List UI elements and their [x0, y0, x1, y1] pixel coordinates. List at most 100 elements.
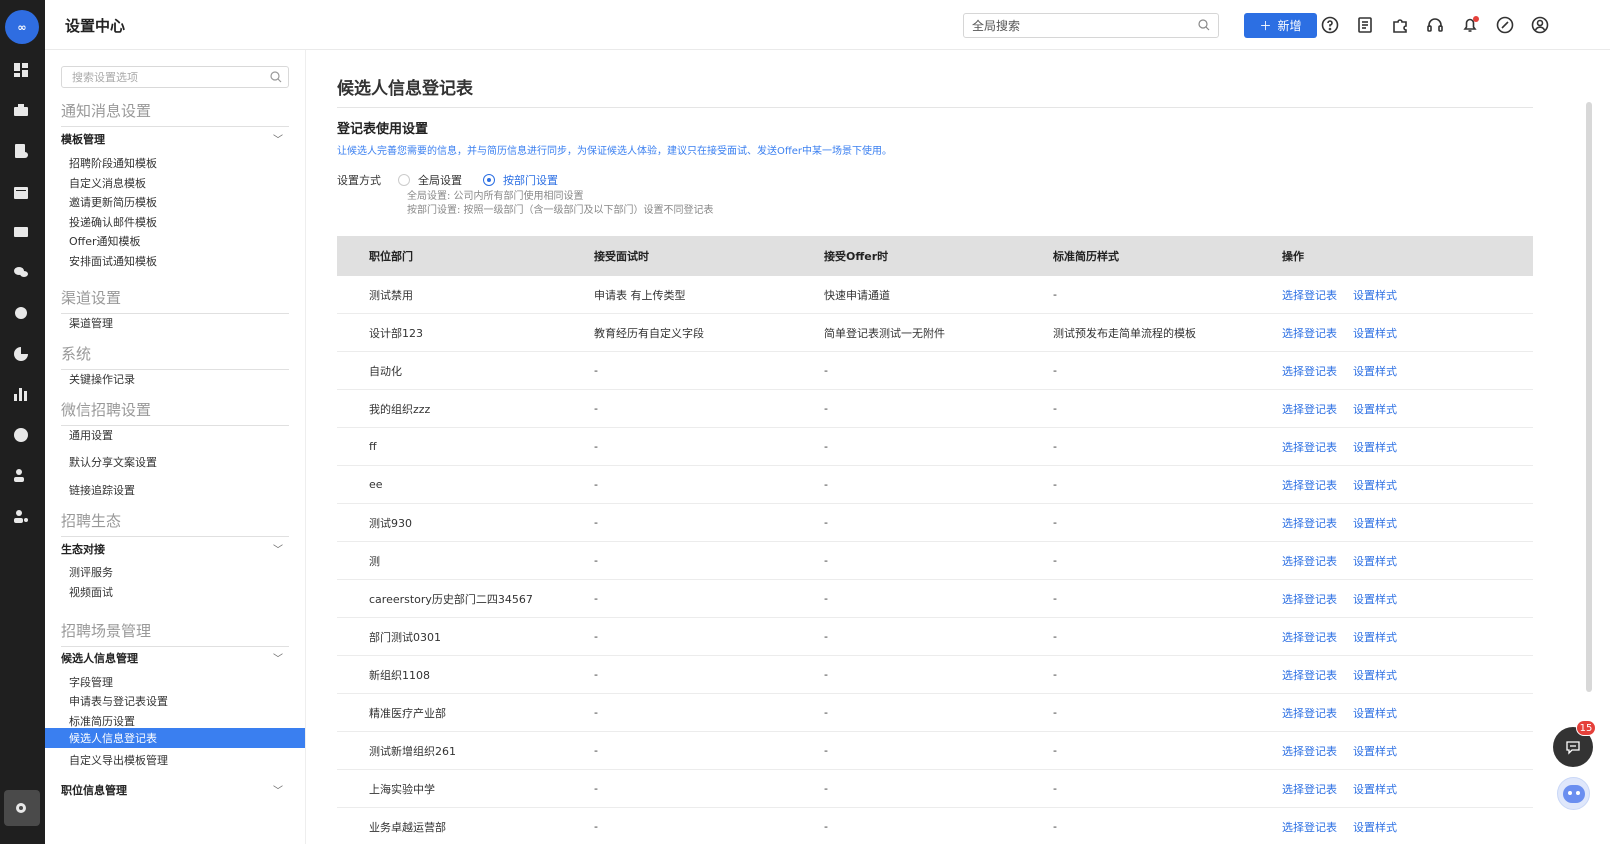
radio-global-circle[interactable]	[398, 174, 410, 186]
set-style-link[interactable]: 设置样式	[1353, 743, 1397, 759]
set-style-link[interactable]: 设置样式	[1353, 781, 1397, 797]
set-style-link[interactable]: 设置样式	[1353, 819, 1397, 835]
select-form-link[interactable]: 选择登记表	[1282, 705, 1337, 721]
wechat-icon[interactable]	[11, 262, 31, 282]
select-form-link[interactable]: 选择登记表	[1282, 287, 1337, 303]
select-form-link[interactable]: 选择登记表	[1282, 477, 1337, 493]
radio-global[interactable]: 全局设置	[398, 172, 462, 188]
sidebar-item-t3[interactable]: 邀请更新简历模板	[69, 194, 157, 210]
bell-icon[interactable]	[1460, 15, 1480, 35]
cell-dept: careerstory历史部门二四34567	[369, 592, 533, 606]
cell-interview: -	[594, 592, 598, 605]
sidebar-item-video[interactable]: 视频面试	[69, 584, 113, 600]
sidebar-item-general[interactable]: 通用设置	[69, 427, 113, 443]
assistant-bot-button[interactable]	[1557, 777, 1590, 810]
set-style-link[interactable]: 设置样式	[1353, 591, 1397, 607]
help-icon[interactable]	[1320, 15, 1340, 35]
search-icon[interactable]	[1198, 19, 1210, 31]
sidebar-item-t1[interactable]: 招聘阶段通知模板	[69, 155, 157, 171]
pie-chart-icon[interactable]	[11, 344, 31, 364]
sub-position[interactable]: 职位信息管理 ﹀	[61, 782, 289, 798]
select-form-link[interactable]: 选择登记表	[1282, 401, 1337, 417]
set-style-link[interactable]: 设置样式	[1353, 629, 1397, 645]
sidebar-item-t4[interactable]: 投递确认邮件模板	[69, 214, 157, 230]
sidebar-item-channel[interactable]: 渠道管理	[69, 315, 113, 331]
sidebar-item-t5[interactable]: Offer通知模板	[69, 233, 141, 249]
select-form-link[interactable]: 选择登记表	[1282, 781, 1337, 797]
set-style-link[interactable]: 设置样式	[1353, 553, 1397, 569]
sidebar-item-std-resume[interactable]: 标准简历设置	[69, 713, 135, 729]
cell-offer: -	[824, 706, 828, 719]
select-form-link[interactable]: 选择登记表	[1282, 363, 1337, 379]
people-icon[interactable]	[11, 465, 31, 485]
new-button[interactable]: ＋ 新增	[1244, 13, 1317, 38]
sidebar-item-t6[interactable]: 安排面试通知模板	[69, 253, 157, 269]
set-style-link[interactable]: 设置样式	[1353, 325, 1397, 341]
set-style-link[interactable]: 设置样式	[1353, 705, 1397, 721]
cell-dept: 设计部123	[369, 326, 423, 340]
chevron-down-icon[interactable]: ﹀	[273, 650, 283, 665]
sidebar-item-export[interactable]: 自定义导出模板管理	[69, 752, 168, 768]
talent-icon[interactable]	[11, 425, 31, 445]
set-style-link[interactable]: 设置样式	[1353, 477, 1397, 493]
dashboard-icon[interactable]	[11, 60, 31, 80]
user-icon[interactable]	[1530, 15, 1550, 35]
link-icon[interactable]	[1495, 15, 1515, 35]
calendar-icon[interactable]	[11, 182, 31, 202]
settings-icon[interactable]	[11, 798, 31, 818]
ecosystem-icon[interactable]	[11, 303, 31, 323]
sub-candidate[interactable]: 候选人信息管理 ﹀	[61, 650, 289, 666]
robot-icon	[1562, 784, 1585, 803]
chevron-down-icon[interactable]: ﹀	[273, 541, 283, 556]
sidebar-item-app-form[interactable]: 申请表与登记表设置	[69, 693, 168, 709]
select-form-link[interactable]: 选择登记表	[1282, 629, 1337, 645]
sidebar-item-fields[interactable]: 字段管理	[69, 674, 113, 690]
set-style-link[interactable]: 设置样式	[1353, 667, 1397, 683]
sub-template[interactable]: 模板管理 ﹀	[61, 131, 289, 147]
select-form-link[interactable]: 选择登记表	[1282, 743, 1337, 759]
table-row: 业务卓越运营部 - - - 选择登记表 设置样式	[337, 808, 1533, 844]
sidebar-item-assess[interactable]: 测评服务	[69, 564, 113, 580]
chevron-down-icon[interactable]: ﹀	[273, 131, 283, 146]
col-resume-style: 标准简历样式	[1053, 250, 1119, 263]
sidebar-item-link-track[interactable]: 链接追踪设置	[69, 482, 135, 498]
select-form-link[interactable]: 选择登记表	[1282, 819, 1337, 835]
sidebar-item-reg-form[interactable]: 候选人信息登记表	[45, 728, 305, 748]
sidebar-item-key-log[interactable]: 关键操作记录	[69, 371, 135, 387]
bar-chart-icon[interactable]	[11, 384, 31, 404]
app-logo[interactable]: ∞	[5, 10, 39, 44]
settings-search-input[interactable]: 搜索设置选项	[61, 66, 289, 88]
chat-button[interactable]: 15	[1553, 720, 1596, 767]
id-card-icon[interactable]	[11, 222, 31, 242]
puzzle-icon[interactable]	[1390, 15, 1410, 35]
headset-icon[interactable]	[1425, 15, 1445, 35]
new-button-label: 新增	[1277, 19, 1302, 33]
vertical-scrollbar[interactable]	[1586, 102, 1592, 692]
table-header: 职位部门 接受面试时 接受Offer时 标准简历样式 操作	[337, 236, 1533, 276]
set-style-link[interactable]: 设置样式	[1353, 401, 1397, 417]
select-form-link[interactable]: 选择登记表	[1282, 667, 1337, 683]
cell-resume-style: -	[1053, 782, 1057, 795]
set-style-link[interactable]: 设置样式	[1353, 515, 1397, 531]
select-form-link[interactable]: 选择登记表	[1282, 515, 1337, 531]
global-search-input[interactable]: 全局搜索	[963, 13, 1219, 38]
select-form-link[interactable]: 选择登记表	[1282, 325, 1337, 341]
radio-dept-circle[interactable]	[483, 174, 495, 186]
sub-eco-connect[interactable]: 生态对接 ﹀	[61, 541, 289, 557]
chevron-down-icon[interactable]: ﹀	[273, 782, 283, 797]
set-style-link[interactable]: 设置样式	[1353, 439, 1397, 455]
cell-resume-style: -	[1053, 516, 1057, 529]
sidebar-item-t2[interactable]: 自定义消息模板	[69, 175, 146, 191]
radio-dept[interactable]: 按部门设置	[483, 172, 558, 188]
sidebar-item-share[interactable]: 默认分享文案设置	[69, 454, 157, 470]
briefcase-icon[interactable]	[11, 100, 31, 120]
document-icon[interactable]	[1355, 15, 1375, 35]
select-form-link[interactable]: 选择登记表	[1282, 439, 1337, 455]
select-form-link[interactable]: 选择登记表	[1282, 553, 1337, 569]
select-form-link[interactable]: 选择登记表	[1282, 591, 1337, 607]
search-icon[interactable]	[270, 71, 282, 83]
set-style-link[interactable]: 设置样式	[1353, 363, 1397, 379]
set-style-link[interactable]: 设置样式	[1353, 287, 1397, 303]
user-settings-icon[interactable]	[11, 506, 31, 526]
resume-icon[interactable]	[11, 141, 31, 161]
